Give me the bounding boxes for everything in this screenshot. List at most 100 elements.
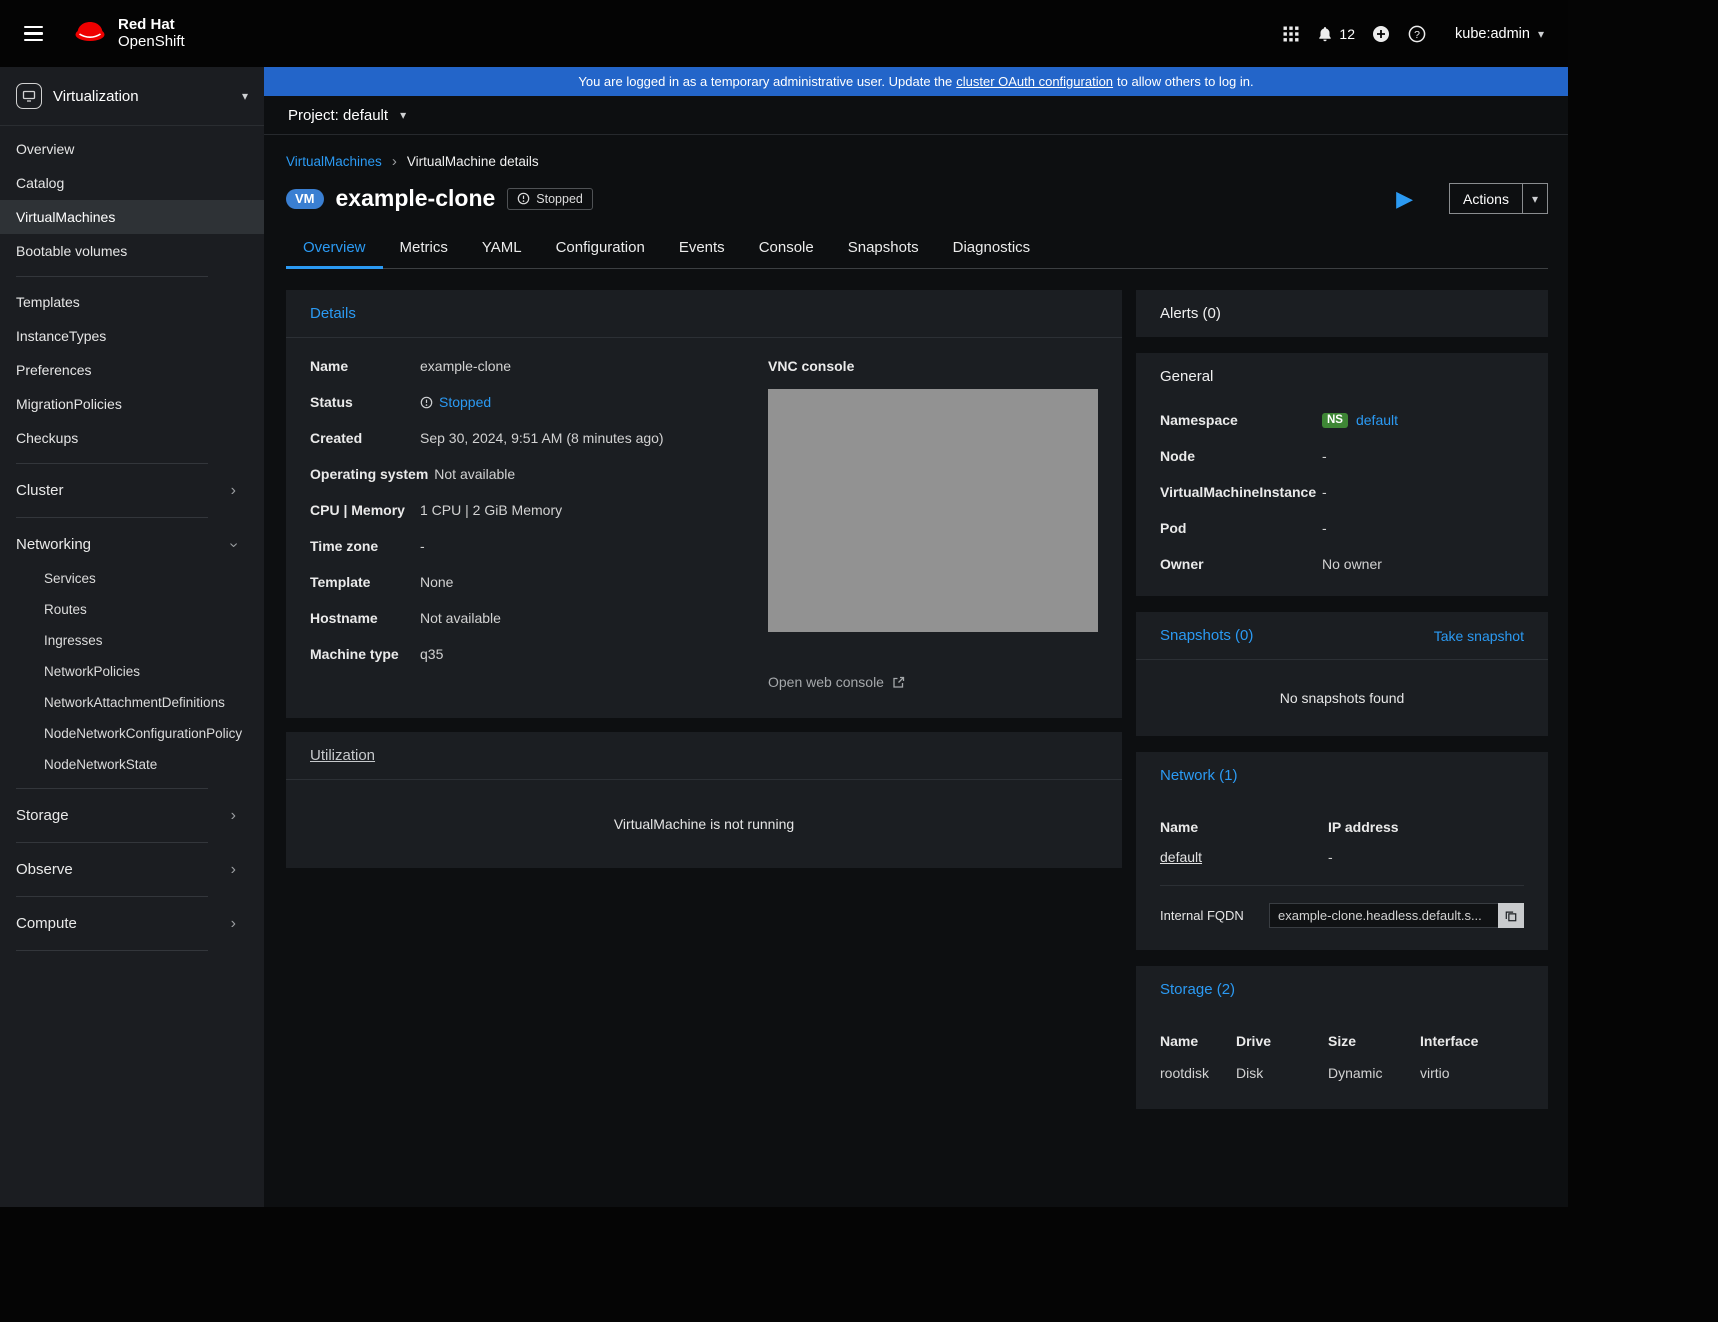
detail-row-status: Status Stopped — [310, 384, 718, 420]
nav-toggle-button[interactable] — [18, 20, 49, 48]
general-label: Namespace — [1160, 412, 1238, 428]
notifications-button[interactable]: 12 — [1309, 16, 1363, 52]
sidebar-item-nodenetworkconfigurationpolicy[interactable]: NodeNetworkConfigurationPolicy — [0, 718, 264, 749]
sidebar-item-templates[interactable]: Templates — [0, 285, 264, 319]
general-card: General Namespace NS default Node - Virt… — [1136, 353, 1548, 596]
quick-create-button[interactable] — [1363, 16, 1399, 52]
snapshots-header-link[interactable]: Snapshots (0) — [1160, 627, 1253, 644]
perspective-switcher[interactable]: Virtualization ▾ — [0, 67, 264, 126]
tab-overview[interactable]: Overview — [286, 229, 383, 269]
caret-down-icon: ▾ — [241, 89, 248, 103]
detail-label: Operating system — [310, 466, 429, 482]
sidebar-group-cluster[interactable]: Cluster › — [0, 472, 264, 509]
sidebar-group-compute[interactable]: Compute › — [0, 905, 264, 942]
detail-row-machine-type: Machine type q35 — [310, 636, 718, 672]
status-stopped-link[interactable]: Stopped — [420, 394, 491, 410]
sidebar-item-networkattachmentdefinitions[interactable]: NetworkAttachmentDefinitions — [0, 687, 264, 718]
tab-configuration[interactable]: Configuration — [539, 229, 662, 268]
external-link-icon — [893, 676, 905, 688]
storage-card-body: Name Drive Size Interface rootdisk Disk … — [1136, 1013, 1548, 1109]
help-button[interactable]: ? — [1399, 16, 1435, 52]
storage-card: Storage (2) Name Drive Size Interface ro… — [1136, 966, 1548, 1109]
stopped-icon — [517, 192, 530, 205]
sidebar-item-migrationpolicies[interactable]: MigrationPolicies — [0, 387, 264, 421]
network-header-link[interactable]: Network (1) — [1160, 767, 1238, 784]
namespace-kind-badge: NS — [1322, 412, 1348, 428]
sidebar-item-nodenetworkstate[interactable]: NodeNetworkState — [0, 749, 264, 780]
sidebar-group-observe[interactable]: Observe › — [0, 851, 264, 888]
sidebar-item-checkups[interactable]: Checkups — [0, 421, 264, 455]
network-card-header: Network (1) — [1136, 752, 1548, 799]
open-web-console-link[interactable]: Open web console — [768, 674, 905, 690]
tab-snapshots[interactable]: Snapshots — [831, 229, 936, 268]
general-label: Owner — [1160, 556, 1204, 572]
sidebar-item-overview[interactable]: Overview — [0, 132, 264, 166]
utilization-header-link[interactable]: Utilization — [310, 747, 375, 764]
utilization-card: Utilization VirtualMachine is not runnin… — [286, 732, 1122, 868]
general-row-virtualmachineinstance: VirtualMachineInstance - — [1160, 474, 1524, 510]
banner-text-after: to allow others to log in. — [1117, 74, 1254, 89]
sidebar-item-services[interactable]: Services — [0, 563, 264, 594]
sidebar-item-bootable-volumes[interactable]: Bootable volumes — [0, 234, 264, 268]
tab-diagnostics[interactable]: Diagnostics — [936, 229, 1048, 268]
network-card-body: Name IP address default - Internal FQDN — [1136, 799, 1548, 950]
sidebar-item-networkpolicies[interactable]: NetworkPolicies — [0, 656, 264, 687]
storage-table: Name Drive Size Interface rootdisk Disk … — [1160, 1019, 1524, 1085]
detail-label: Template — [310, 574, 371, 590]
start-vm-button[interactable]: ▶ — [1396, 187, 1413, 210]
detail-row-operating-system: Operating system Not available — [310, 456, 718, 492]
storage-header-link[interactable]: Storage (2) — [1160, 981, 1235, 998]
vm-status-text: Stopped — [536, 191, 583, 206]
actions-dropdown[interactable]: Actions ▾ — [1449, 183, 1548, 214]
main-area: You are logged in as a temporary adminis… — [264, 67, 1568, 1207]
network-card: Network (1) Name IP address default - In… — [1136, 752, 1548, 950]
sidebar-item-ingresses[interactable]: Ingresses — [0, 625, 264, 656]
sidebar-item-virtualmachines[interactable]: VirtualMachines — [0, 200, 264, 234]
sidebar-divider — [16, 276, 208, 277]
page-title: example-clone — [335, 185, 496, 211]
detail-row-cpu-memory: CPU | Memory 1 CPU | 2 GiB Memory — [310, 492, 718, 528]
tab-metrics[interactable]: Metrics — [383, 229, 465, 268]
project-selector[interactable]: Project: default ▾ — [264, 96, 1568, 135]
sidebar-group-label: Networking — [16, 536, 92, 553]
general-value: No owner — [1322, 556, 1382, 572]
internal-fqdn-row: Internal FQDN example-clone.headless.def… — [1160, 885, 1524, 928]
breadcrumb-current: VirtualMachine details — [406, 154, 539, 169]
sidebar-group-storage[interactable]: Storage › — [0, 797, 264, 834]
brand-text: Red Hat OpenShift — [118, 16, 185, 51]
chevron-right-icon: › — [230, 481, 236, 499]
layout: Virtualization ▾ Overview Catalog Virtua… — [0, 67, 1568, 1207]
tab-events[interactable]: Events — [662, 229, 742, 268]
oauth-configuration-link[interactable]: cluster OAuth configuration — [956, 74, 1113, 89]
tab-console[interactable]: Console — [742, 229, 831, 268]
general-card-header: General — [1160, 368, 1214, 385]
breadcrumb-virtualmachines-link[interactable]: VirtualMachines — [286, 154, 382, 169]
sidebar-divider — [16, 842, 208, 843]
namespace-default-link[interactable]: default — [1356, 412, 1398, 428]
redhat-logo-icon — [71, 17, 109, 51]
tab-yaml[interactable]: YAML — [465, 229, 539, 268]
redhat-openshift-logo[interactable]: Red Hat OpenShift — [71, 16, 185, 51]
sidebar-item-catalog[interactable]: Catalog — [0, 166, 264, 200]
sidebar-item-preferences[interactable]: Preferences — [0, 353, 264, 387]
sidebar-group-label: Compute — [16, 915, 77, 932]
copy-button[interactable] — [1498, 903, 1524, 928]
brand-line2: OpenShift — [118, 32, 185, 50]
perspective-label: Virtualization — [53, 87, 139, 105]
app-launcher-button[interactable] — [1273, 16, 1309, 52]
network-name-link[interactable]: default — [1160, 849, 1202, 865]
details-card-body: Name example-clone Status Stopped Create… — [286, 338, 1122, 718]
open-web-console-text: Open web console — [768, 674, 884, 690]
sidebar-item-routes[interactable]: Routes — [0, 594, 264, 625]
general-row-node: Node - — [1160, 438, 1524, 474]
sidebar-group-networking[interactable]: Networking › — [0, 526, 264, 563]
general-value: - — [1322, 484, 1327, 500]
storage-col-drive: Drive — [1236, 1033, 1272, 1049]
details-header-link[interactable]: Details — [310, 305, 356, 322]
title-row: VM example-clone Stopped ▶ Actions ▾ — [286, 183, 1548, 214]
masthead: Red Hat OpenShift 12 ? kube:admin ▾ — [0, 0, 1568, 67]
sidebar-item-instancetypes[interactable]: InstanceTypes — [0, 319, 264, 353]
take-snapshot-button[interactable]: Take snapshot — [1434, 628, 1524, 644]
detail-row-time-zone: Time zone - — [310, 528, 718, 564]
user-menu[interactable]: kube:admin ▾ — [1455, 26, 1544, 42]
